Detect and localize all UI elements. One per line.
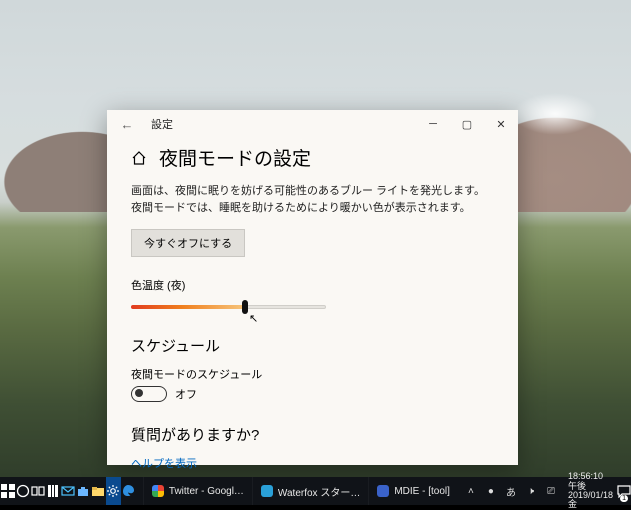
slider-thumb[interactable] bbox=[242, 300, 248, 314]
volume-icon[interactable]: 🕨 bbox=[524, 486, 538, 497]
taskbar: Twitter - Googl… Waterfox スター… MDIE - [t… bbox=[0, 477, 631, 505]
turn-off-now-button[interactable]: 今すぐオフにする bbox=[131, 229, 245, 257]
page-description: 画面は、夜間に眠りを妨げる可能性のあるブルー ライトを発光します。夜間モードでは… bbox=[131, 183, 494, 217]
taskbar-divider bbox=[136, 477, 143, 505]
back-button[interactable]: ← bbox=[113, 117, 141, 132]
cortana-button[interactable] bbox=[15, 477, 30, 505]
store-icon[interactable] bbox=[75, 477, 90, 505]
page-title: 夜間モードの設定 bbox=[159, 144, 311, 171]
clock-time: 18:56:10 午後 bbox=[568, 472, 613, 491]
page-heading: 夜間モードの設定 bbox=[131, 144, 494, 171]
schedule-toggle-state: オフ bbox=[175, 386, 197, 402]
mail-icon[interactable] bbox=[60, 477, 75, 505]
task-item[interactable]: Twitter - Googl… bbox=[143, 477, 252, 505]
question-heading: 質問がありますか? bbox=[131, 424, 494, 445]
taskbar-icon[interactable] bbox=[45, 477, 60, 505]
minimize-button[interactable]: ─ bbox=[416, 110, 450, 138]
notification-badge: 1 bbox=[620, 495, 628, 502]
tray-icon[interactable]: ● bbox=[484, 486, 498, 497]
task-item[interactable]: Waterfox スター… bbox=[252, 477, 368, 505]
schedule-toggle-label: 夜間モードのスケジュール bbox=[131, 366, 494, 382]
close-button[interactable]: ✕ bbox=[484, 110, 518, 138]
home-icon bbox=[131, 150, 147, 166]
task-item[interactable]: MDIE - [tool] bbox=[368, 477, 458, 505]
cursor-icon: ↖ bbox=[249, 314, 258, 325]
schedule-toggle[interactable] bbox=[131, 386, 167, 402]
help-link[interactable]: ヘルプを表示 bbox=[131, 455, 494, 471]
settings-taskbar-button[interactable] bbox=[106, 477, 121, 505]
tray-chevron-icon[interactable]: ˄ bbox=[464, 486, 478, 497]
clock-date: 2019/01/18 金 bbox=[568, 491, 613, 510]
task-view-button[interactable] bbox=[30, 477, 45, 505]
explorer-icon[interactable] bbox=[91, 477, 106, 505]
task-label: Twitter - Googl… bbox=[169, 486, 244, 497]
settings-window: ← 設定 ─ ▢ ✕ 夜間モードの設定 画面は、夜間に眠りを妨げる可能性のあるブ… bbox=[107, 110, 518, 465]
tray-icon[interactable]: ⎚ bbox=[544, 486, 558, 497]
chrome-icon bbox=[152, 485, 164, 497]
system-tray[interactable]: ˄ ● あ 🕨 ⎚ bbox=[458, 477, 564, 505]
taskbar-clock[interactable]: 18:56:10 午後 2019/01/18 金 bbox=[564, 477, 617, 505]
schedule-heading: スケジュール bbox=[131, 335, 494, 356]
window-titlebar: ← 設定 ─ ▢ ✕ bbox=[107, 110, 518, 138]
waterfox-icon bbox=[261, 485, 273, 497]
mdie-icon bbox=[377, 485, 389, 497]
ime-icon[interactable]: あ bbox=[504, 484, 518, 499]
task-label: Waterfox スター… bbox=[278, 484, 360, 499]
maximize-button[interactable]: ▢ bbox=[450, 110, 484, 138]
edge-icon[interactable] bbox=[121, 477, 136, 505]
task-label: MDIE - [tool] bbox=[394, 486, 450, 497]
window-app-name: 設定 bbox=[151, 116, 173, 132]
action-center-button[interactable]: 1 bbox=[617, 477, 631, 505]
color-temperature-label: 色温度 (夜) bbox=[131, 277, 494, 293]
color-temperature-slider[interactable]: ↖ bbox=[131, 301, 326, 313]
start-button[interactable] bbox=[0, 477, 15, 505]
